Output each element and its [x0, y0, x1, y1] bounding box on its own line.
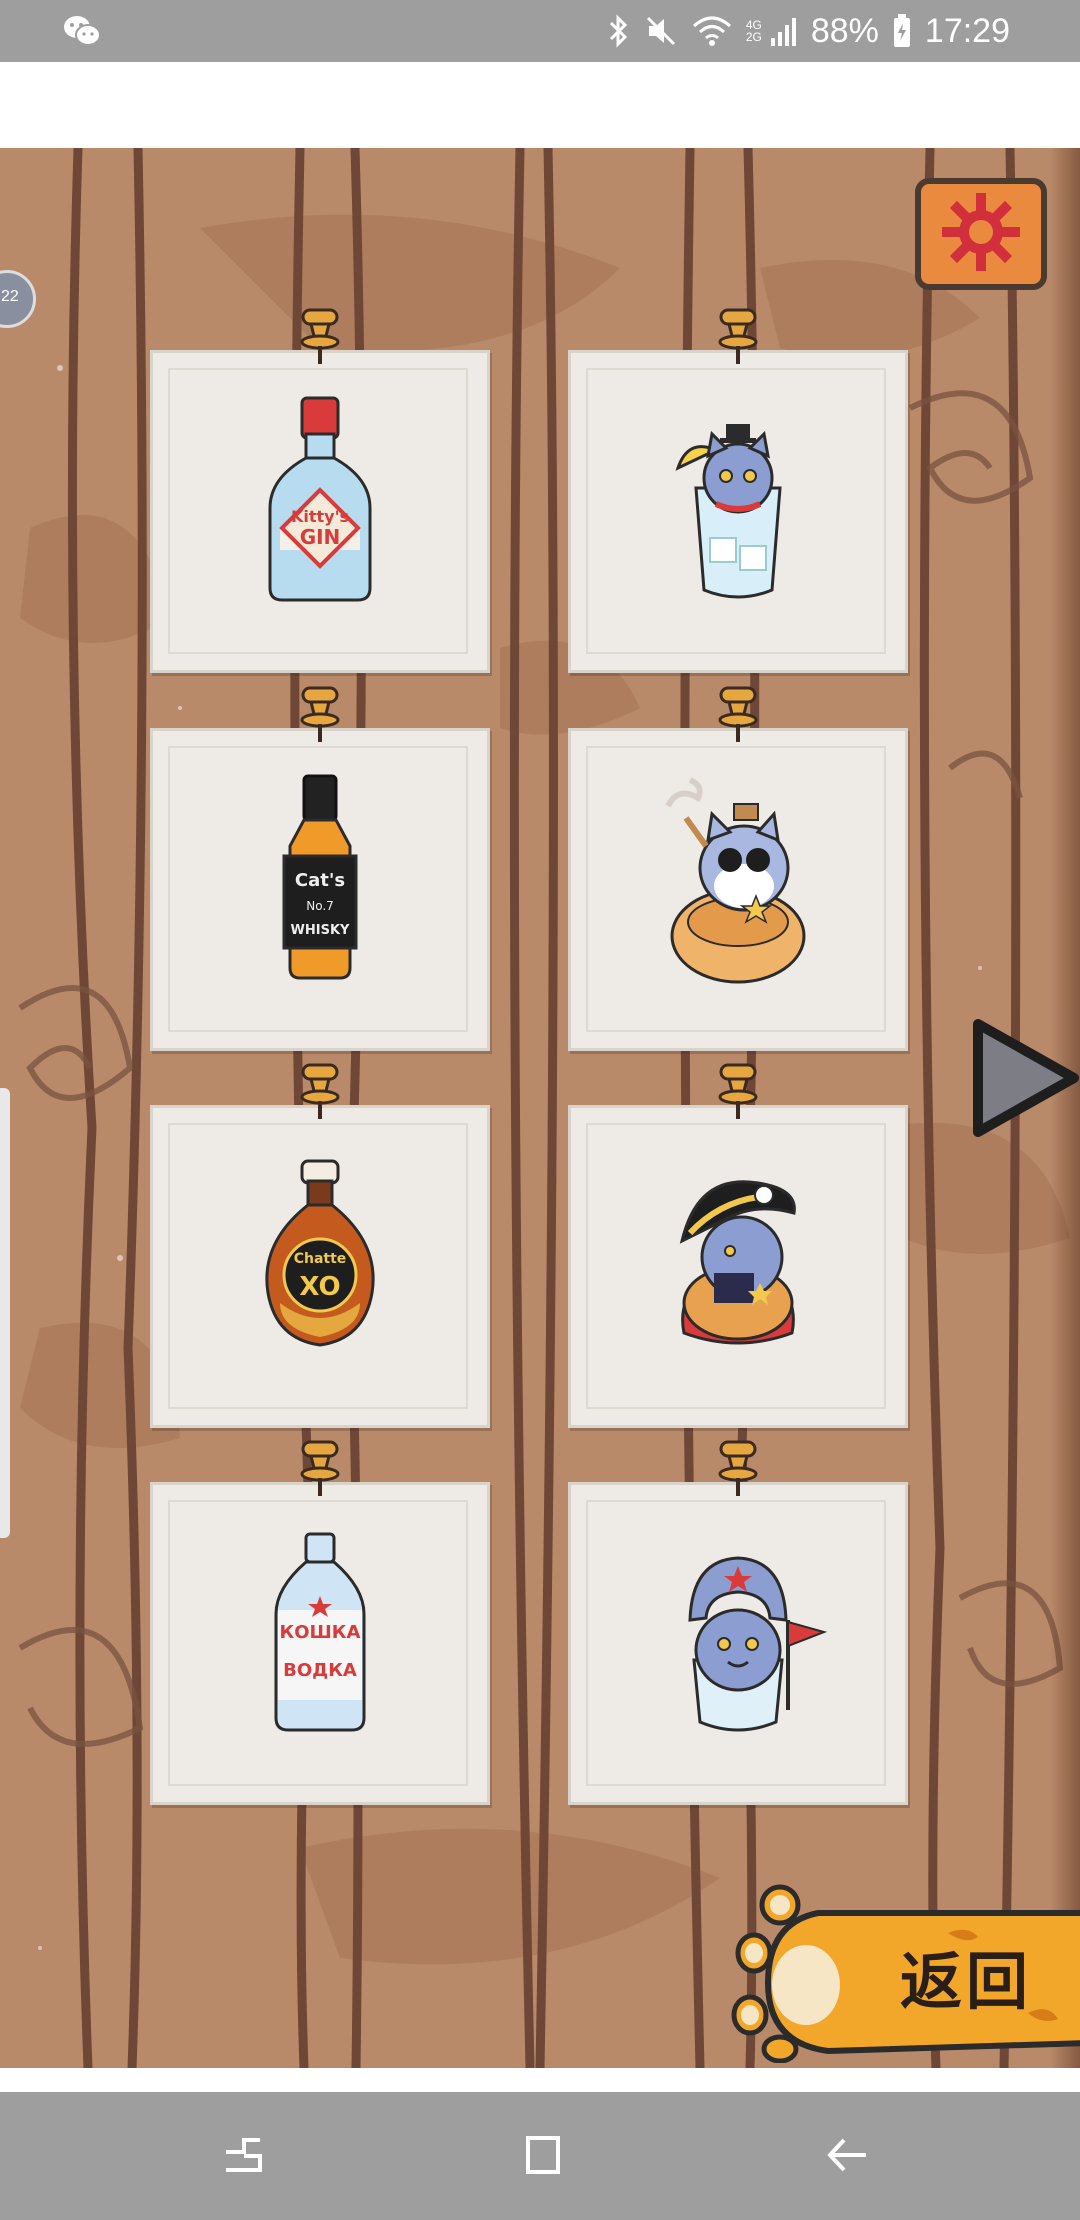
cognac-label-line2: XO: [299, 1272, 340, 1302]
gin-bottle-icon: Kitty's GIN: [220, 378, 420, 623]
gin-label-line1: Kitty's: [291, 507, 349, 526]
wifi-icon: [692, 14, 732, 48]
game-screen[interactable]: 22 Kitty's GIN Cat's No.7 WHISKY Chatte …: [0, 148, 1080, 2068]
collection-card-cat-bicorne[interactable]: [568, 1063, 908, 1428]
back-nav-button[interactable]: [822, 2130, 872, 2185]
cat-bicorne-icon: [638, 1133, 838, 1378]
pushpin-icon: [713, 1061, 763, 1128]
back-button[interactable]: 返回: [728, 1873, 1080, 2064]
settings-button[interactable]: [915, 178, 1047, 290]
collection-card-cat-ushanka[interactable]: [568, 1440, 908, 1805]
collection-card-cognac[interactable]: Chatte XO: [150, 1063, 490, 1428]
vodka-bottle-icon: КОШКА ВОДКА: [220, 1510, 420, 1755]
pushpin-icon: [295, 684, 345, 751]
home-icon: [518, 2136, 568, 2184]
next-page-button[interactable]: [968, 1016, 1080, 1145]
navigation-bar: [0, 2092, 1080, 2220]
app-header-strip: [0, 62, 1080, 148]
network-type: 4G 2G: [745, 18, 762, 44]
collection-card-gin[interactable]: Kitty's GIN: [150, 308, 490, 673]
pushpin-icon: [713, 1438, 763, 1505]
side-badge-count: 22: [1, 288, 19, 305]
whiskey-bottle-icon: Cat's No.7 WHISKY: [220, 756, 420, 1001]
gin-label-line2: GIN: [300, 525, 341, 549]
cat-ushanka-icon: [638, 1510, 838, 1755]
pushpin-icon: [713, 306, 763, 373]
collection-card-whiskey[interactable]: Cat's No.7 WHISKY: [150, 686, 490, 1051]
bluetooth-icon: [608, 14, 630, 48]
whiskey-label-line2: No.7: [306, 899, 334, 913]
wechat-icon: [62, 14, 102, 48]
collection-card-cat-cocktail[interactable]: [568, 308, 908, 673]
battery-percent: 88%: [810, 11, 879, 50]
home-button[interactable]: [518, 2130, 568, 2185]
recent-apps-button[interactable]: [218, 2130, 268, 2185]
whiskey-label-line3: WHISKY: [291, 923, 350, 938]
pushpin-icon: [295, 1438, 345, 1505]
vodka-label-line1: КОШКА: [280, 1622, 361, 1643]
collection-card-cat-sunglasses[interactable]: [568, 686, 908, 1051]
cognac-bottle-icon: Chatte XO: [220, 1133, 420, 1378]
vodka-label-line2: ВОДКА: [283, 1660, 357, 1681]
whiskey-label-line1: Cat's: [295, 870, 345, 891]
play-arrow-icon: [968, 1019, 1080, 1144]
back-button-label: 返回: [900, 1945, 1033, 2018]
pushpin-icon: [295, 306, 345, 373]
mute-icon: [644, 14, 678, 48]
pushpin-icon: [295, 1061, 345, 1128]
clock: 17:29: [924, 11, 1010, 50]
status-bar: 4G 2G 88% 17:29: [0, 0, 1080, 62]
gear-icon: [941, 192, 1021, 277]
cat-sunglasses-icon: [638, 756, 838, 1001]
pushpin-icon: [713, 684, 763, 751]
cat-cocktail-icon: [638, 378, 838, 623]
signal-icon: 4G 2G: [746, 16, 797, 46]
battery-icon: [893, 14, 911, 48]
cognac-label-line1: Chatte: [294, 1251, 347, 1267]
recent-apps-icon: [218, 2138, 268, 2184]
edge-panel-handle[interactable]: [0, 1088, 10, 1538]
back-icon: [822, 2138, 872, 2184]
collection-card-vodka[interactable]: КОШКА ВОДКА: [150, 1440, 490, 1805]
